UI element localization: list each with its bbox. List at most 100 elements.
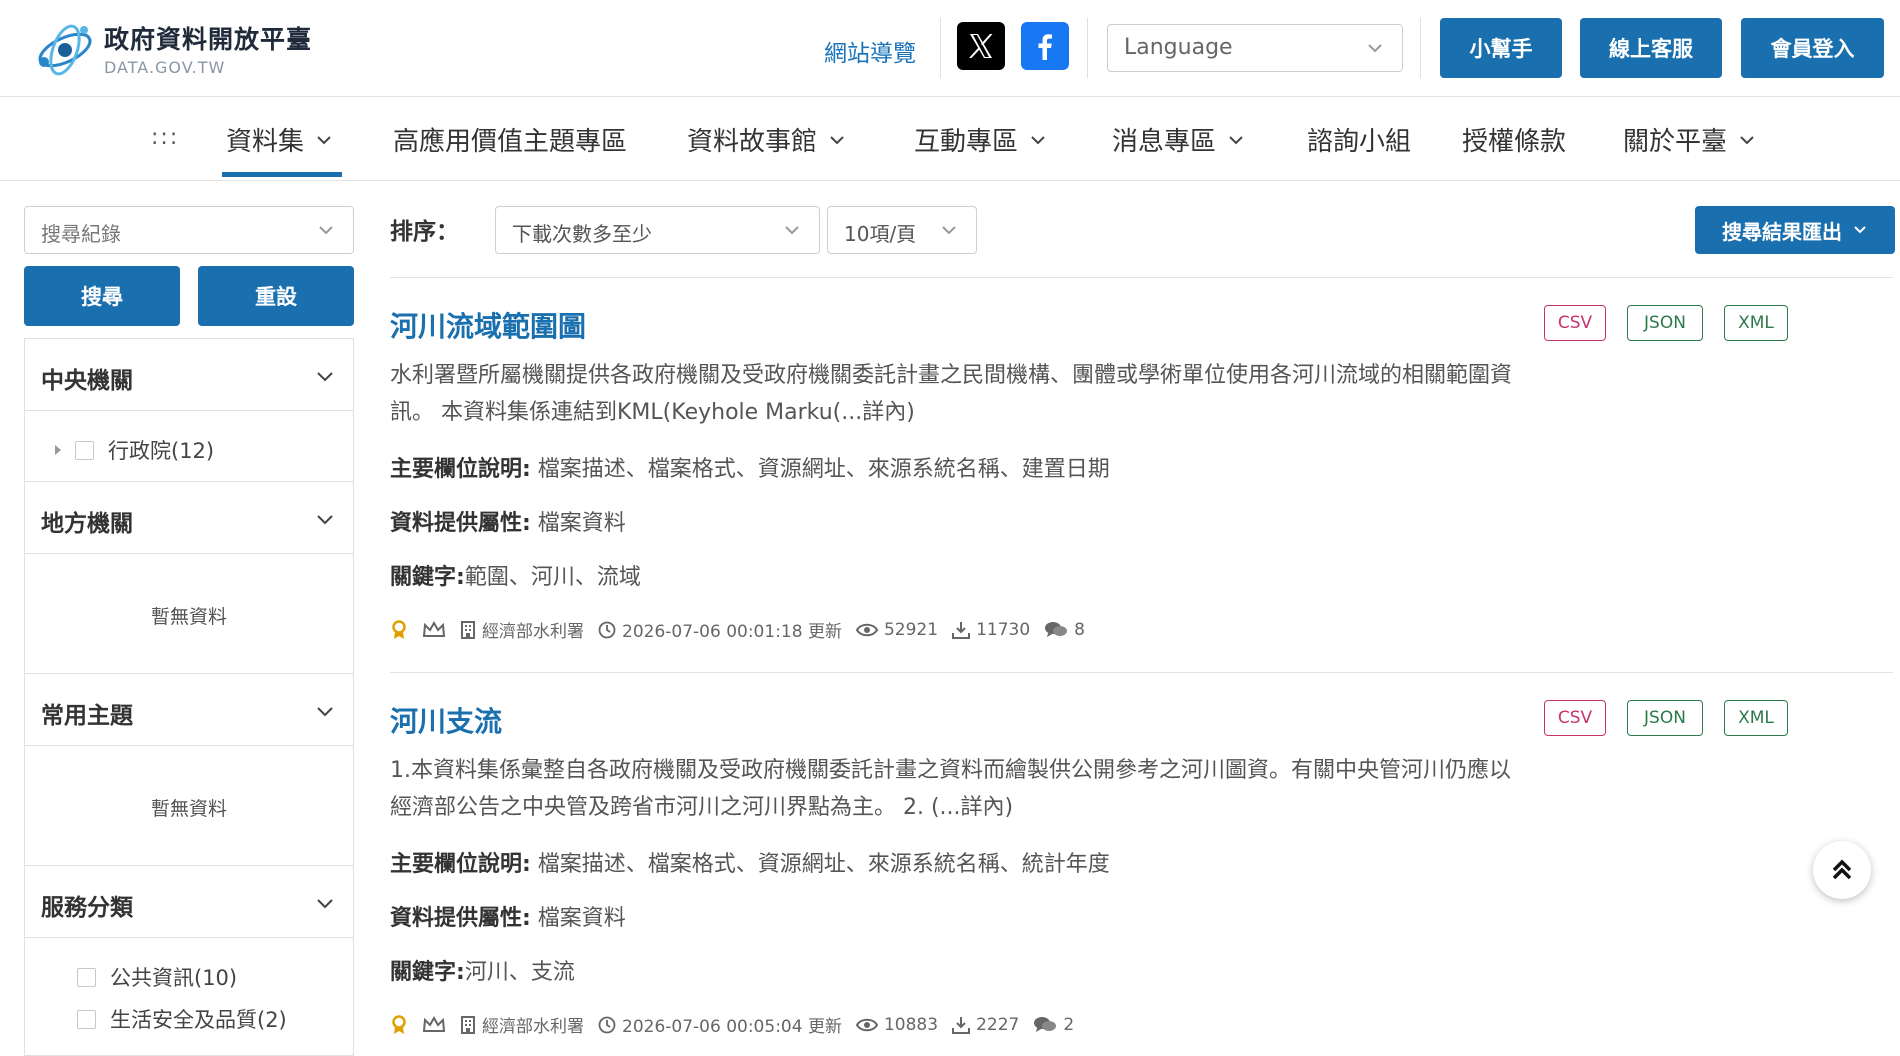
chevron-down-icon (1229, 135, 1243, 144)
nav-news[interactable]: 消息專區 (1112, 121, 1246, 158)
export-results-label: 搜尋結果匯出 (1722, 219, 1842, 244)
attribute-label: 資料提供屬性: (390, 906, 531, 931)
filter-panel-title: 服務分類 (41, 895, 133, 921)
dataset-stats: 經濟部水利署 2026-07-06 00:01:18 更新 52921 1173… (390, 617, 1893, 642)
filter-option-label: 公共資訊(10) (110, 966, 238, 990)
filter-option[interactable]: 生活安全及品質(2) (25, 992, 353, 1034)
site-map-link[interactable]: 網站導覽 (824, 34, 916, 68)
chevron-down-icon (830, 135, 844, 144)
keywords-label: 關鍵字: (390, 960, 465, 985)
chevron-down-icon (317, 707, 333, 717)
nav-high-value-topics[interactable]: 高應用價值主題專區 (393, 121, 627, 158)
online-service-button[interactable]: 線上客服 (1580, 18, 1722, 78)
chevron-down-icon (942, 226, 956, 235)
nav-datasets[interactable]: 資料集 (221, 121, 343, 177)
updated-time: 2026-07-06 00:01:18 更新 (622, 622, 842, 642)
filter-option[interactable]: 行政院(12) (25, 411, 353, 465)
view-count: 10883 (883, 1014, 939, 1035)
divider (390, 672, 1893, 673)
dataset-keywords: 關鍵字:河川、支流 (390, 954, 1893, 986)
filter-panel-title: 中央機關 (41, 368, 133, 394)
page-size-select[interactable]: 10項/頁 (827, 206, 977, 254)
download-icon (952, 621, 971, 639)
sort-select[interactable]: 下載次數多至少 (495, 206, 820, 254)
nav-license-label: 授權條款 (1462, 127, 1567, 157)
facebook-logo-icon (1038, 34, 1052, 60)
format-badge-csv[interactable]: CSV (1544, 700, 1606, 736)
updated-time: 2026-07-06 00:05:04 更新 (622, 1017, 842, 1037)
nav-about[interactable]: 關於平臺 (1623, 121, 1757, 158)
format-badge-csv[interactable]: CSV (1544, 305, 1606, 341)
chevron-down-icon (319, 226, 333, 235)
filter-panel-header[interactable]: 服務分類 (25, 866, 353, 938)
nav-advisory-label: 諮詢小組 (1307, 127, 1412, 157)
page-size-select-value: 10項/頁 (844, 222, 917, 246)
dataset-result: 河川支流 1.本資料集係彙整自各政府機關及受政府機關委託計畫之資料而繪製供公開參… (390, 700, 1893, 1037)
nav-interactive-label: 互動專區 (914, 127, 1019, 157)
language-select[interactable]: Language (1107, 24, 1403, 72)
x-twitter-link[interactable] (957, 22, 1005, 70)
double-chevron-up-icon (1832, 859, 1852, 880)
format-badge-xml[interactable]: XML (1724, 305, 1788, 341)
divider (390, 277, 1893, 278)
facebook-link[interactable] (1021, 22, 1069, 70)
checkbox[interactable] (77, 1009, 96, 1029)
download-count: 2227 (976, 1014, 1020, 1035)
logo-subtitle: DATA.GOV.TW (104, 57, 226, 77)
dataset-keywords: 關鍵字:範圍、河川、流域 (390, 559, 1893, 591)
nav-interactive[interactable]: 互動專區 (914, 121, 1048, 158)
download-count: 11730 (976, 619, 1031, 640)
checkbox[interactable] (75, 440, 94, 460)
export-results-button[interactable]: 搜尋結果匯出 (1695, 206, 1895, 254)
search-button[interactable]: 搜尋 (24, 266, 180, 326)
format-badge-json[interactable]: JSON (1627, 700, 1703, 736)
format-badge-json[interactable]: JSON (1627, 305, 1703, 341)
format-badge-xml[interactable]: XML (1724, 700, 1788, 736)
eye-icon (855, 623, 878, 636)
header-divider (940, 18, 941, 78)
filter-panel-title: 地方機關 (41, 511, 133, 537)
filter-panel-header[interactable]: 地方機關 (25, 482, 353, 554)
nav-data-stories[interactable]: 資料故事館 (687, 121, 847, 158)
keywords-label: 關鍵字: (390, 565, 465, 590)
filter-panel-header[interactable]: 中央機關 (25, 339, 353, 411)
back-to-top-button[interactable] (1813, 841, 1871, 899)
site-logo[interactable]: 政府資料開放平臺 DATA.GOV.TW (34, 18, 312, 78)
chevron-down-icon (317, 899, 333, 909)
chevron-down-icon (317, 372, 333, 382)
chevron-down-icon (1031, 135, 1045, 144)
agency-name: 經濟部水利署 (482, 622, 584, 642)
chevron-down-icon (317, 515, 333, 525)
crown-icon (422, 1015, 446, 1032)
accesskey-dots[interactable]: ::: (151, 125, 179, 150)
chevron-down-icon (1368, 44, 1382, 53)
nav-license[interactable]: 授權條款 (1462, 121, 1566, 158)
filter-option-label: 生活安全及品質(2) (110, 1008, 287, 1032)
nav-advisory[interactable]: 諮詢小組 (1307, 121, 1411, 158)
fields-value: 檔案描述、檔案格式、資源網址、來源系統名稱、統計年度 (530, 852, 1110, 877)
dataset-description: 1.本資料集係彙整自各政府機關及受政府機關委託計畫之資料而繪製供公開參考之河川圖… (390, 758, 1511, 820)
building-icon (461, 1015, 475, 1034)
expand-arrow-icon[interactable] (55, 445, 61, 455)
filter-panel-central: 中央機關 行政院(12) (24, 338, 354, 482)
comment-count: 2 (1063, 1014, 1075, 1035)
filter-panel-header[interactable]: 常用主題 (25, 674, 353, 746)
filter-panel-title: 常用主題 (41, 703, 133, 729)
dataset-attribute: 資料提供屬性: 檔案資料 (390, 900, 1893, 932)
chevron-down-icon (1854, 226, 1866, 234)
helper-button[interactable]: 小幫手 (1440, 18, 1562, 78)
view-count: 52921 (883, 619, 939, 640)
filter-panel-services: 服務分類 公共資訊(10) 生活安全及品質(2) (24, 865, 354, 1056)
reset-button[interactable]: 重設 (198, 266, 354, 326)
filter-option-label: 行政院(12) (108, 439, 215, 463)
nav-news-label: 消息專區 (1112, 127, 1217, 157)
filter-option[interactable]: 公共資訊(10) (25, 938, 353, 992)
search-history-select[interactable]: 搜尋紀錄 (24, 206, 354, 254)
nav-data-stories-label: 資料故事館 (687, 127, 818, 157)
checkbox[interactable] (77, 967, 96, 987)
member-login-button[interactable]: 會員登入 (1741, 18, 1884, 78)
dataset-result: 河川流域範圍圖 水利署暨所屬機關提供各政府機關及受政府機關委託計畫之民間機構、團… (390, 305, 1893, 642)
header-divider (1087, 18, 1088, 78)
agency-name: 經濟部水利署 (482, 1017, 584, 1037)
empty-state-text: 暫無資料 (150, 798, 227, 820)
